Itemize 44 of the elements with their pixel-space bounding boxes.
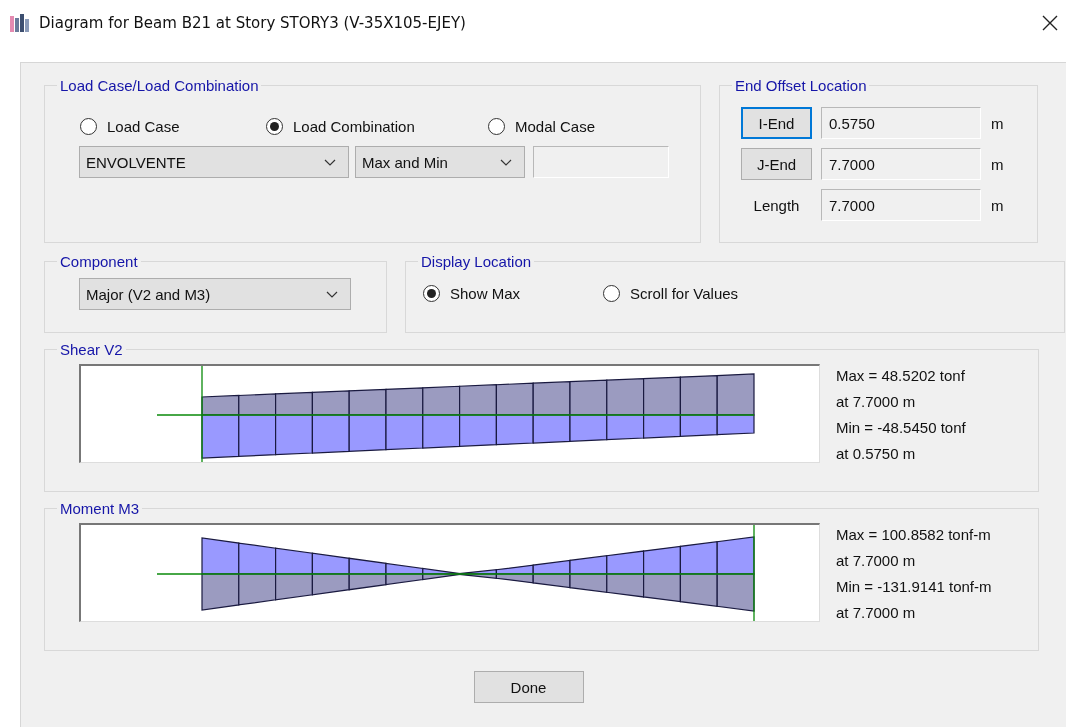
close-icon[interactable] — [1042, 15, 1058, 31]
radio-button[interactable]: Load Case — [80, 117, 266, 135]
result-text: Max = 48.5202 tonf — [836, 366, 966, 386]
unit-label: m — [991, 155, 1004, 173]
radio-button[interactable]: Show Max — [423, 285, 603, 302]
radio-button[interactable]: Scroll for Values — [603, 285, 739, 302]
dropdown[interactable]: Major (V2 and M3) — [79, 278, 351, 310]
done-button[interactable]: Done — [473, 671, 584, 703]
group-title: Moment M3 — [59, 500, 141, 517]
input-field[interactable] — [533, 146, 669, 178]
group-title: Shear V2 — [59, 341, 124, 358]
group-title: Load Case/Load Combination — [59, 77, 260, 94]
result-text: at 7.7000 m — [836, 392, 917, 412]
radio-button[interactable]: Modal Case — [488, 117, 596, 135]
app-icon — [10, 14, 30, 32]
end-button[interactable]: J-End — [741, 148, 812, 180]
group-title: End Offset Location — [734, 77, 868, 94]
result-text: at 7.7000 m — [836, 603, 917, 623]
chevron-icon — [500, 158, 512, 166]
radio-indicator[interactable] — [266, 117, 283, 135]
chevron-icon — [324, 158, 336, 166]
field-label: Length — [752, 196, 801, 214]
result-text: Min = -48.5450 tonf — [836, 418, 966, 438]
unit-label: m — [991, 114, 1004, 132]
group-title: Display Location — [420, 253, 533, 270]
dropdown[interactable]: Max and Min — [355, 146, 525, 178]
radio-button[interactable]: Load Combination — [266, 117, 488, 135]
radio-indicator[interactable] — [488, 117, 505, 135]
value-field[interactable]: 7.7000 — [821, 189, 981, 221]
radio-indicator[interactable] — [80, 117, 97, 135]
result-text: Min = -131.9141 tonf-m — [836, 577, 992, 597]
result-text: at 0.5750 m — [836, 444, 917, 464]
group-title: Component — [59, 253, 139, 270]
result-text: Max = 100.8582 tonf-m — [836, 525, 992, 545]
chevron-icon — [326, 290, 338, 298]
radio-indicator[interactable] — [423, 285, 440, 302]
radio-indicator[interactable] — [603, 285, 620, 302]
unit-label: m — [991, 196, 1004, 214]
result-text: at 7.7000 m — [836, 551, 917, 571]
dropdown[interactable]: ENVOLVENTE — [79, 146, 349, 178]
end-button[interactable]: I-End — [741, 107, 812, 139]
value-field[interactable]: 7.7000 — [821, 148, 981, 180]
window-title: Diagram for Beam B21 at Story STORY3 (V-35X105-EJEY) — [39, 14, 466, 32]
value-field[interactable]: 0.5750 — [821, 107, 981, 139]
